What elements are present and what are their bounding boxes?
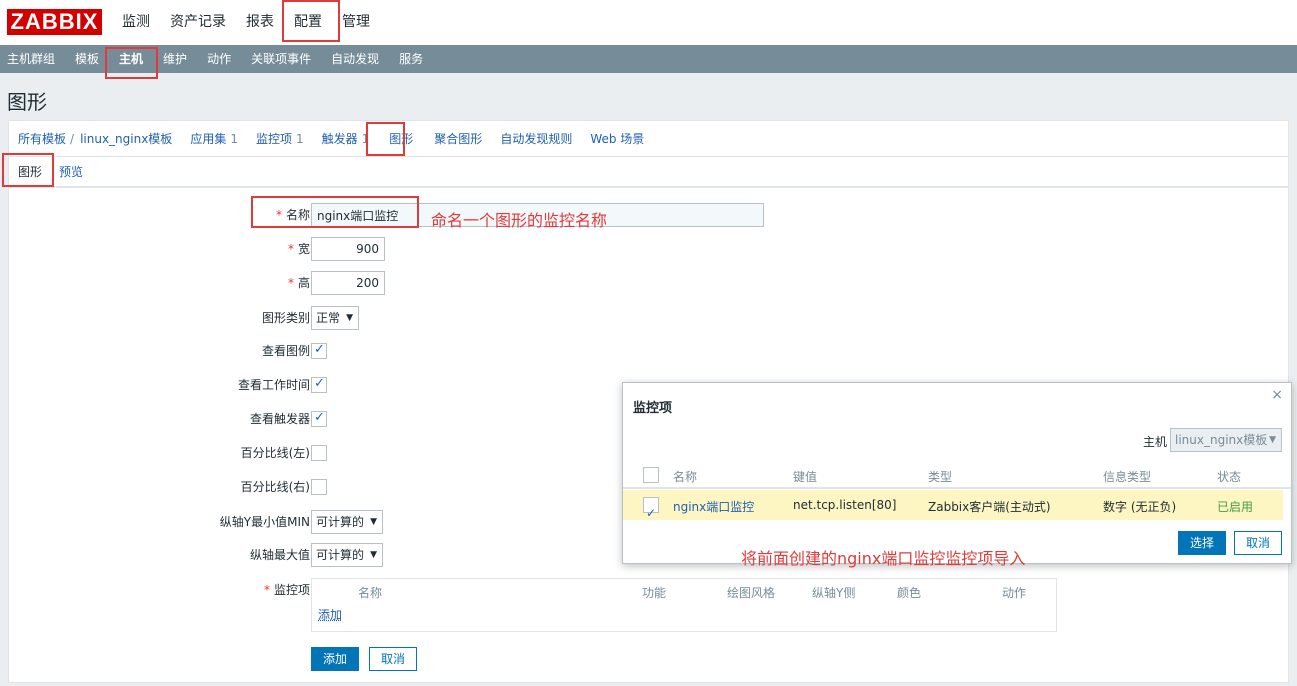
page-title: 图形 bbox=[7, 90, 47, 114]
top-menu: 监测 资产记录 报表 配置 管理 bbox=[112, 0, 380, 45]
popup-header-info-type: 信息类型 bbox=[1103, 470, 1152, 484]
crumb-graphs[interactable]: 图形 bbox=[378, 130, 422, 147]
popup-host-label: 主机 bbox=[1143, 435, 1168, 449]
triggers-label: 查看触发器 bbox=[249, 412, 310, 426]
percentile-left-checkbox[interactable] bbox=[311, 445, 327, 461]
crumb-template[interactable]: linux_nginx模板 bbox=[74, 130, 181, 147]
check-icon: ✓ bbox=[646, 506, 657, 520]
percentile-right-label: 百分比线(右) bbox=[240, 480, 310, 494]
sub-menu-templates[interactable]: 模板 bbox=[65, 45, 109, 73]
top-menu-configuration[interactable]: 配置 bbox=[284, 0, 332, 45]
chevron-down-icon: ▼ bbox=[370, 517, 378, 527]
sub-menu-maintenance[interactable]: 维护 bbox=[153, 45, 197, 73]
chevron-down-icon: ▼ bbox=[370, 550, 378, 560]
popup-header-name: 名称 bbox=[673, 470, 698, 484]
worktime-checkbox[interactable]: ✓ bbox=[311, 376, 327, 393]
cancel-button[interactable]: 取消 bbox=[369, 647, 418, 671]
crumb-discovery-rules[interactable]: 自动发现规则 bbox=[491, 130, 581, 147]
form-tabs: 图形 预览 bbox=[8, 157, 1289, 187]
worktime-label: 查看工作时间 bbox=[237, 378, 310, 392]
top-bar: ZABBIX 监测 资产记录 报表 配置 管理 bbox=[0, 0, 1297, 45]
sub-menu-discovery[interactable]: 自动发现 bbox=[321, 45, 389, 73]
crumb-applications[interactable]: 应用集 1 bbox=[181, 130, 247, 147]
tab-graph[interactable]: 图形 bbox=[9, 163, 51, 180]
chevron-down-icon: ▼ bbox=[1269, 435, 1276, 445]
height-label: 高 bbox=[297, 276, 310, 290]
check-icon: ✓ bbox=[314, 376, 325, 391]
popup-cancel-button[interactable]: 取消 bbox=[1234, 531, 1283, 555]
graph-type-select[interactable]: 正常 ▼ bbox=[311, 306, 360, 330]
height-row: * 高 bbox=[9, 271, 1290, 295]
ymax-select[interactable]: 可计算的 ▼ bbox=[311, 543, 384, 567]
crumb-all-templates[interactable]: 所有模板 bbox=[9, 130, 70, 147]
items-header-action: 动作 bbox=[1002, 586, 1027, 600]
row-checkbox[interactable]: ✓ bbox=[643, 497, 659, 520]
row-item-status: 已启用 bbox=[1217, 500, 1254, 514]
legend-row: 查看图例 ✓ bbox=[9, 339, 1290, 363]
close-icon[interactable]: × bbox=[1271, 387, 1283, 403]
width-input[interactable] bbox=[311, 237, 385, 261]
popup-host-select[interactable]: linux_nginx模板 ▼ bbox=[1170, 428, 1282, 452]
zabbix-logo[interactable]: ZABBIX bbox=[7, 9, 102, 35]
sub-menu: 主机群组 模板 主机 维护 动作 关联项事件 自动发现 服务 bbox=[0, 45, 1297, 73]
row-item-name[interactable]: nginx端口监控 bbox=[673, 498, 754, 515]
popup-header-status: 状态 bbox=[1217, 470, 1242, 484]
crumb-web-scenarios[interactable]: Web 场景 bbox=[581, 130, 653, 147]
select-button[interactable]: 选择 bbox=[1178, 531, 1227, 555]
height-input[interactable] bbox=[311, 271, 385, 295]
row-item-type: Zabbix客户端(主动式) bbox=[928, 500, 1051, 514]
items-header-function: 功能 bbox=[642, 586, 667, 600]
table-row[interactable]: ✓ nginx端口监控 net.tcp.listen[80] Zabbix客户端… bbox=[623, 490, 1283, 520]
percentile-left-label: 百分比线(左) bbox=[240, 446, 310, 460]
graph-type-label: 图形类别 bbox=[261, 311, 310, 325]
items-header-draw-style: 绘图风格 bbox=[727, 586, 776, 600]
crumb-screens[interactable]: 聚合图形 bbox=[422, 130, 491, 147]
crumb-items[interactable]: 监控项 1 bbox=[247, 130, 313, 147]
graph-items-table: 名称 功能 绘图风格 纵轴Y侧 颜色 动作 添加 bbox=[311, 578, 1057, 632]
width-row: * 宽 bbox=[9, 237, 1290, 261]
check-icon: ✓ bbox=[314, 410, 325, 425]
popup-title: 监控项 bbox=[633, 401, 673, 416]
row-item-info-type: 数字 (无正负) bbox=[1103, 500, 1177, 514]
top-menu-inventory[interactable]: 资产记录 bbox=[160, 0, 236, 45]
annotation-name-hint: 命名一个图形的监控名称 bbox=[431, 211, 608, 230]
graph-type-row: 图形类别 正常 ▼ bbox=[9, 306, 1290, 330]
tab-preview[interactable]: 预览 bbox=[51, 163, 92, 180]
select-all-checkbox[interactable] bbox=[643, 467, 659, 483]
sub-menu-services[interactable]: 服务 bbox=[389, 45, 433, 73]
row-item-key: net.tcp.listen[80] bbox=[793, 498, 897, 512]
top-menu-monitoring[interactable]: 监测 bbox=[112, 0, 160, 45]
name-row: * 名称 bbox=[9, 203, 1290, 227]
sub-menu-hosts[interactable]: 主机 bbox=[109, 45, 153, 73]
items-popup: 监控项 × 主机 linux_nginx模板 ▼ 名称 键值 类型 信息类型 状态… bbox=[622, 382, 1292, 568]
percentile-right-checkbox[interactable] bbox=[311, 479, 327, 495]
breadcrumb: 所有模板 / linux_nginx模板 应用集 1 监控项 1 触发器 1 图形 聚… bbox=[8, 120, 1289, 157]
legend-checkbox[interactable]: ✓ bbox=[311, 342, 327, 359]
legend-label: 查看图例 bbox=[261, 344, 310, 358]
sub-menu-actions[interactable]: 动作 bbox=[197, 45, 241, 73]
popup-header-type: 类型 bbox=[928, 470, 953, 484]
popup-table-header: 名称 键值 类型 信息类型 状态 bbox=[623, 463, 1291, 489]
add-item-link[interactable]: 添加 bbox=[318, 606, 342, 623]
sub-menu-host-groups[interactable]: 主机群组 bbox=[0, 45, 65, 73]
items-label: 监控项 bbox=[273, 583, 310, 597]
top-menu-administration[interactable]: 管理 bbox=[332, 0, 380, 45]
check-icon: ✓ bbox=[314, 342, 325, 357]
top-menu-reports[interactable]: 报表 bbox=[236, 0, 284, 45]
annotation-import-hint: 将前面创建的nginx端口监控监控项导入 bbox=[741, 549, 1026, 568]
name-label: 名称 bbox=[285, 208, 310, 222]
add-button[interactable]: 添加 bbox=[311, 647, 360, 671]
triggers-checkbox[interactable]: ✓ bbox=[311, 410, 327, 427]
items-header-y-side: 纵轴Y侧 bbox=[812, 586, 856, 600]
ymin-label: 纵轴Y最小值MIN bbox=[219, 515, 310, 529]
items-header-name: 名称 bbox=[358, 586, 383, 600]
popup-header-key: 键值 bbox=[793, 470, 818, 484]
ymin-select[interactable]: 可计算的 ▼ bbox=[311, 510, 384, 534]
width-label: 宽 bbox=[297, 242, 310, 256]
sub-menu-correlation[interactable]: 关联项事件 bbox=[241, 45, 321, 73]
chevron-down-icon: ▼ bbox=[346, 313, 354, 323]
items-header-color: 颜色 bbox=[897, 586, 922, 600]
crumb-triggers[interactable]: 触发器 1 bbox=[313, 130, 379, 147]
ymax-label: 纵轴最大值 bbox=[249, 548, 310, 562]
